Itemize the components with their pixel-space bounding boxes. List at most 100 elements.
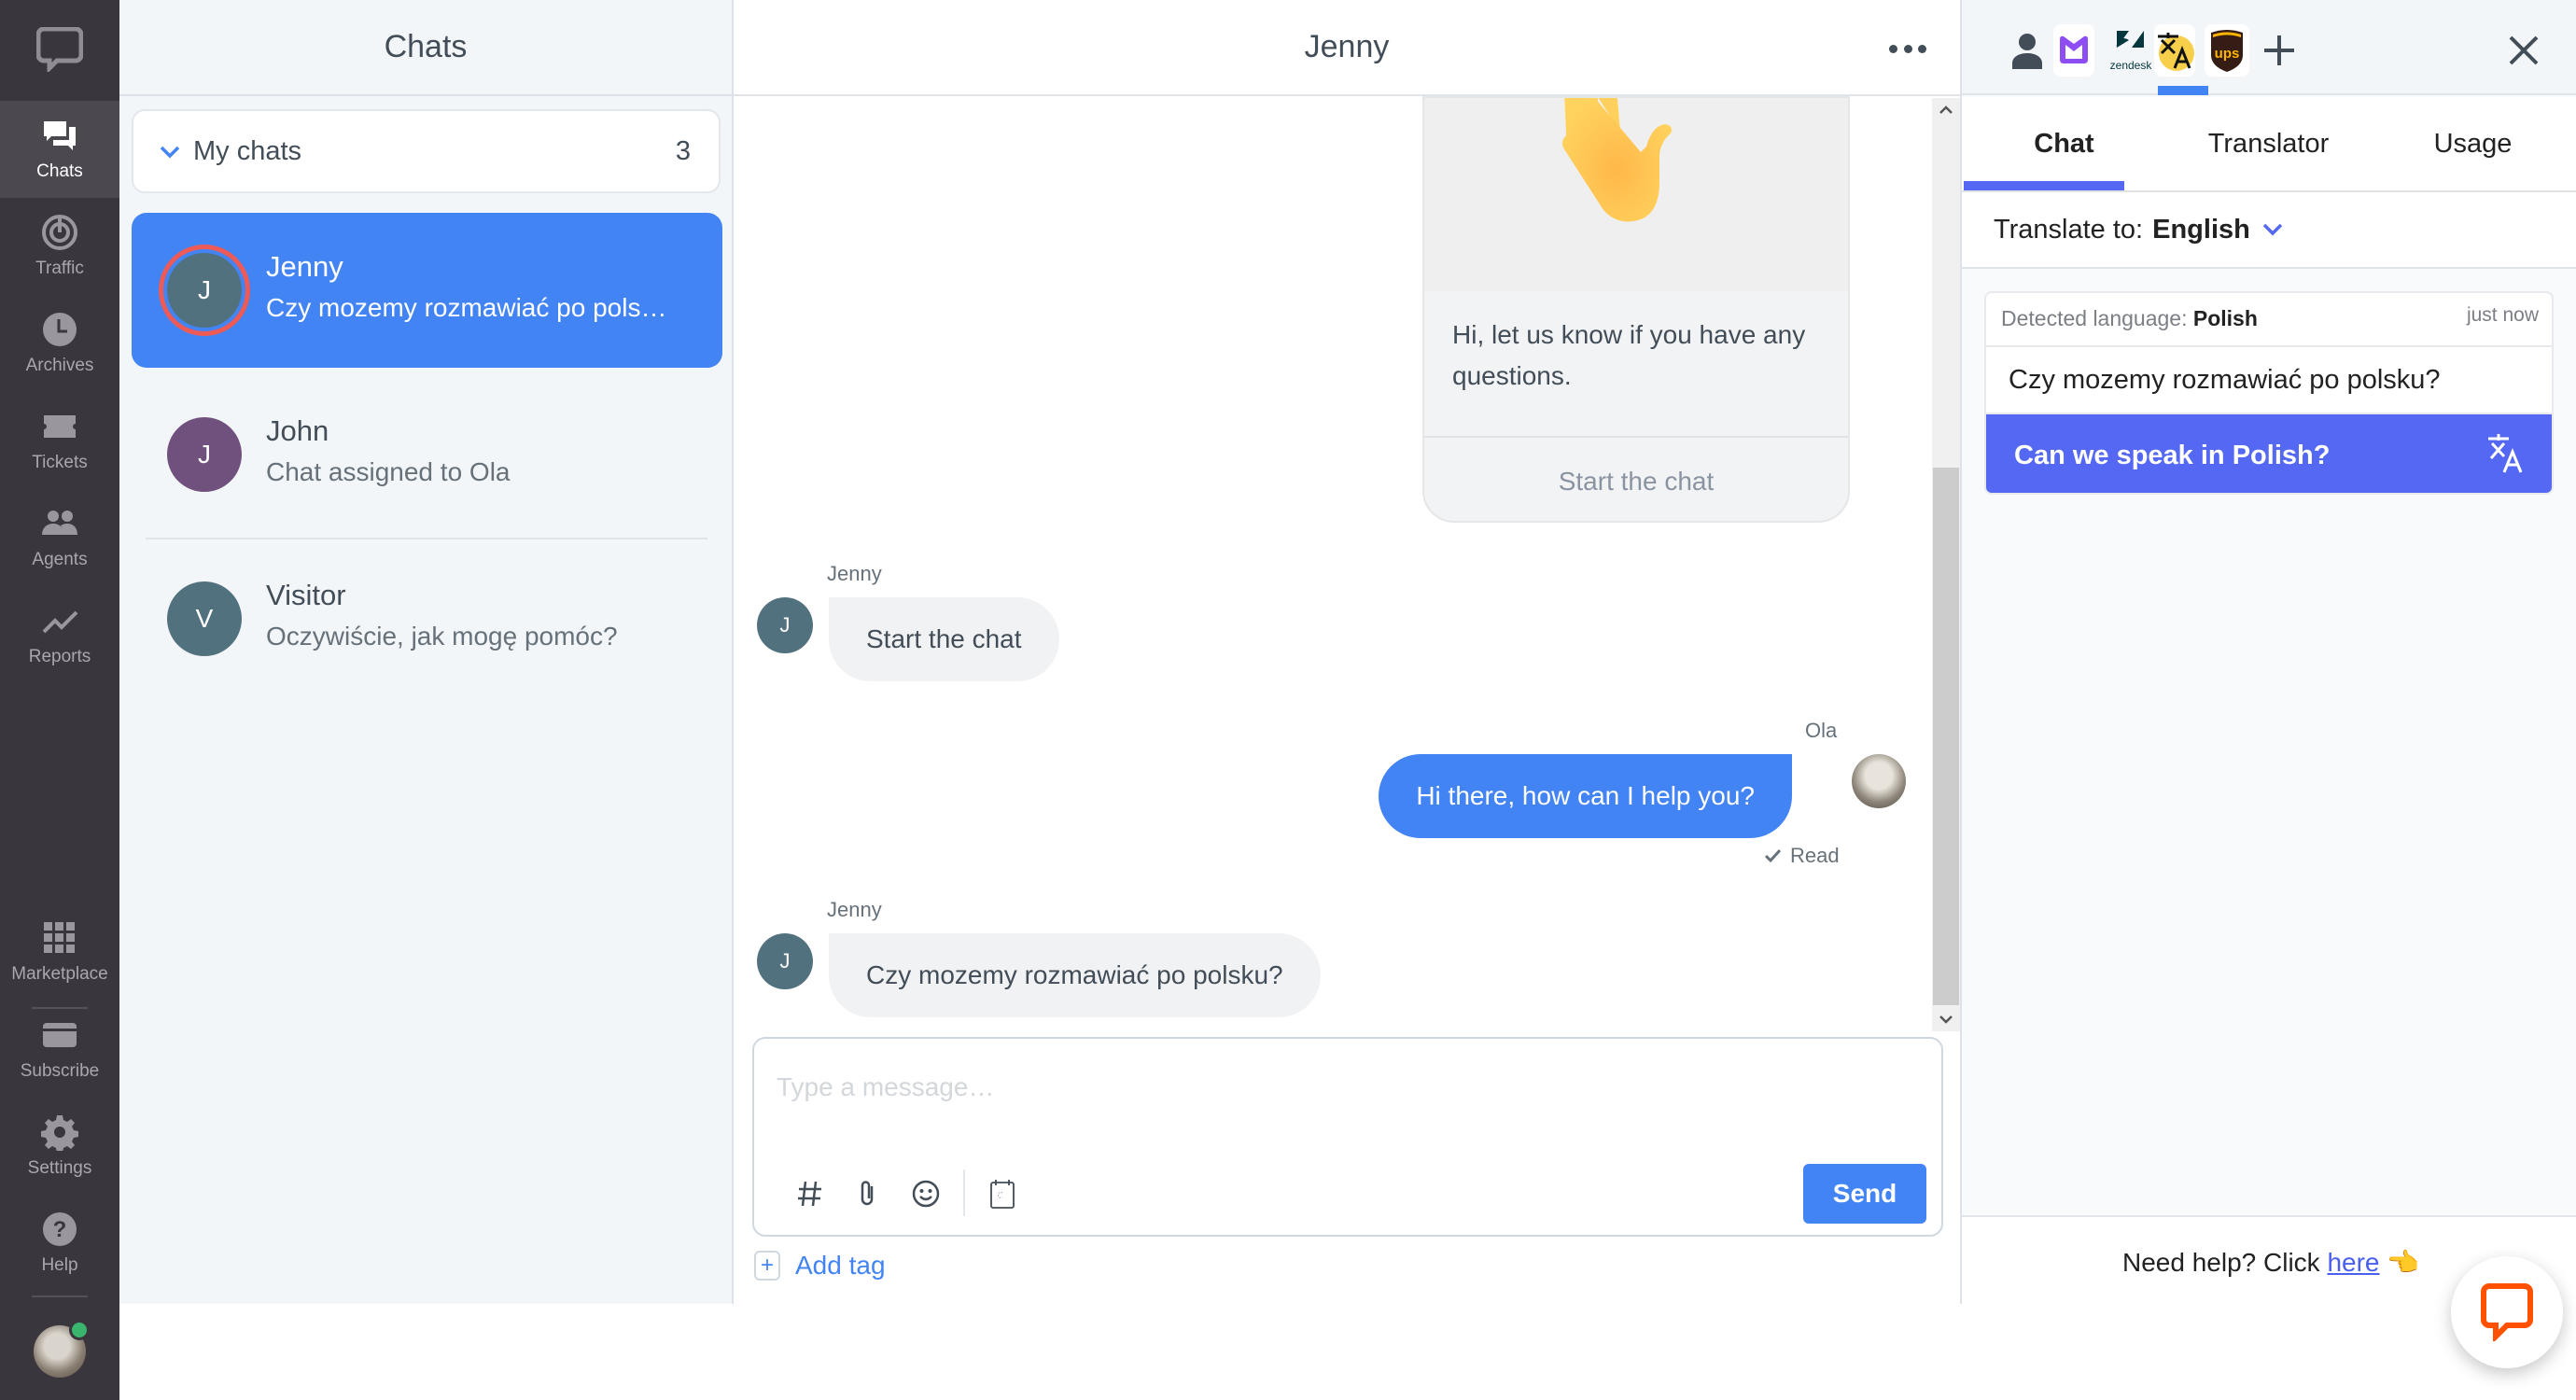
scroll-up-button[interactable]	[1932, 98, 1960, 122]
ups-icon: ups	[2211, 30, 2243, 72]
add-app-icon	[2264, 35, 2294, 65]
tab-usage[interactable]: Usage	[2371, 97, 2575, 190]
nav-item-chats[interactable]: Chats	[0, 101, 119, 198]
translate-to-selector: Translate to: English	[1962, 192, 2576, 269]
attach-file-button[interactable]	[849, 1175, 887, 1212]
avatar: J	[167, 253, 242, 328]
translate-icon[interactable]	[2486, 433, 2524, 474]
nav-item-subscribe[interactable]: Subscribe	[0, 1001, 119, 1098]
nav-item-settings[interactable]: Settings	[0, 1098, 119, 1195]
ticket-icon	[44, 415, 76, 438]
conversation-title: Jenny	[1304, 29, 1390, 64]
target-language-dropdown[interactable]: English	[2152, 215, 2250, 245]
customer-details-icon	[2012, 34, 2042, 69]
dot	[1918, 44, 1926, 53]
nav-item-help[interactable]: ? Help	[0, 1195, 119, 1292]
avatar: J	[757, 597, 813, 653]
greeting-image	[1424, 98, 1848, 291]
check-icon	[1764, 848, 1782, 863]
close-panel-button[interactable]	[2503, 24, 2544, 77]
close-icon	[2509, 35, 2539, 65]
translated-message[interactable]: Can we speak in Polish?	[1986, 414, 2552, 493]
nav-item-label: Settings	[27, 1158, 92, 1178]
nav-item-reports[interactable]: Reports	[0, 586, 119, 683]
tab-chat[interactable]: Chat	[1962, 97, 2166, 190]
start-chat-button[interactable]: Start the chat	[1424, 436, 1848, 521]
avatar: V	[167, 581, 242, 656]
add-tag-button[interactable]: + Add tag	[754, 1251, 886, 1281]
translate-to-label: Translate to:	[1994, 214, 2144, 245]
emoji-button[interactable]	[907, 1175, 945, 1212]
chat-list-item[interactable]: J John Chat assigned to Ola	[132, 377, 722, 532]
tab-translator[interactable]: Translator	[2166, 97, 2371, 190]
translator-tabs: Chat Translator Usage	[1962, 97, 2576, 192]
gear-icon	[41, 1115, 78, 1151]
nav-item-traffic[interactable]: Traffic	[0, 198, 119, 295]
add-app-button[interactable]	[2259, 24, 2300, 77]
traffic-icon	[42, 215, 77, 250]
help-icon: ?	[43, 1212, 77, 1246]
credit-card-icon	[43, 1023, 77, 1047]
grid-icon	[44, 922, 75, 953]
nav-item-tickets[interactable]: Tickets	[0, 392, 119, 489]
message-input[interactable]	[777, 1059, 1803, 1115]
chat-list-item[interactable]: V Visitor Oczywiście, jak mogę pomóc?	[132, 541, 722, 696]
conversation-header: Jenny	[734, 0, 1960, 96]
translator-app[interactable]	[2154, 24, 2195, 77]
livechat-widget-button[interactable]	[2451, 1256, 2563, 1368]
notepad-icon	[990, 1180, 1015, 1209]
chevron-up-icon	[1939, 105, 1953, 114]
chat-name: John	[266, 414, 329, 447]
customer-details-app[interactable]	[2007, 24, 2048, 77]
chart-line-icon	[42, 610, 78, 634]
messages-scrollbar[interactable]	[1932, 98, 1960, 1031]
my-chats-label: My chats	[193, 135, 302, 166]
send-button[interactable]: Send	[1803, 1164, 1926, 1224]
chevron-down-icon	[160, 146, 180, 159]
list-divider	[146, 538, 707, 539]
message-author: Jenny	[827, 898, 882, 921]
agent-avatar[interactable]	[34, 1320, 90, 1378]
clock-icon	[43, 313, 77, 346]
nav-item-label: Tickets	[32, 453, 88, 472]
toolbar-divider	[963, 1169, 965, 1216]
my-chats-group[interactable]: My chats 3	[132, 109, 721, 193]
help-link[interactable]: here	[2327, 1248, 2379, 1277]
detected-language: Detected language: Polish	[2001, 306, 2258, 330]
translation-time: just now	[2466, 304, 2539, 326]
greeting-text: Hi, let us know if you have any question…	[1452, 320, 1806, 390]
chats-icon	[44, 121, 76, 150]
zendesk-icon: zendesk	[2110, 31, 2152, 72]
scrollbar-thumb[interactable]	[1933, 468, 1959, 1005]
zendesk-app[interactable]: zendesk	[2104, 24, 2158, 77]
message-bubble: Hi there, how can I help you?	[1379, 754, 1792, 838]
chevron-down-icon[interactable]	[2261, 222, 2284, 237]
more-options-button[interactable]	[1889, 35, 1926, 62]
rich-message-button[interactable]	[984, 1175, 1021, 1212]
nav-item-label: Subscribe	[20, 1061, 100, 1081]
plus-icon: +	[754, 1251, 780, 1281]
livechat-logo[interactable]	[0, 0, 119, 99]
livechat-logo-icon	[36, 27, 83, 72]
active-tab-indicator	[1964, 181, 2124, 190]
svg-text:ups: ups	[2215, 46, 2240, 62]
waving-hand-icon	[1562, 98, 1673, 222]
detected-language-value: Polish	[2192, 306, 2258, 330]
chat-list-item[interactable]: J Jenny Czy mozemy rozmawiać po polsku?	[132, 213, 722, 368]
nav-item-agents[interactable]: Agents	[0, 489, 119, 586]
message-composer: Send	[752, 1037, 1943, 1237]
translator-app-icon	[2158, 33, 2194, 71]
smiley-icon	[912, 1180, 940, 1208]
nav-item-label: Agents	[32, 550, 88, 569]
ups-app[interactable]: ups	[2205, 24, 2249, 77]
canned-responses-button[interactable]	[791, 1175, 829, 1212]
knowledgebase-app[interactable]	[2053, 24, 2094, 77]
apps-panel: zendesk ups Chat Translator Usage Transl…	[1960, 0, 2576, 1304]
chat-preview: Oczywiście, jak mogę pomóc?	[266, 622, 618, 651]
chats-header: Chats	[119, 0, 732, 96]
nav-item-marketplace[interactable]: Marketplace	[0, 903, 119, 1001]
nav-item-archives[interactable]: Archives	[0, 295, 119, 392]
scroll-down-button[interactable]	[1932, 1007, 1960, 1031]
avatar: J	[757, 933, 813, 989]
online-status-indicator	[69, 1320, 90, 1340]
